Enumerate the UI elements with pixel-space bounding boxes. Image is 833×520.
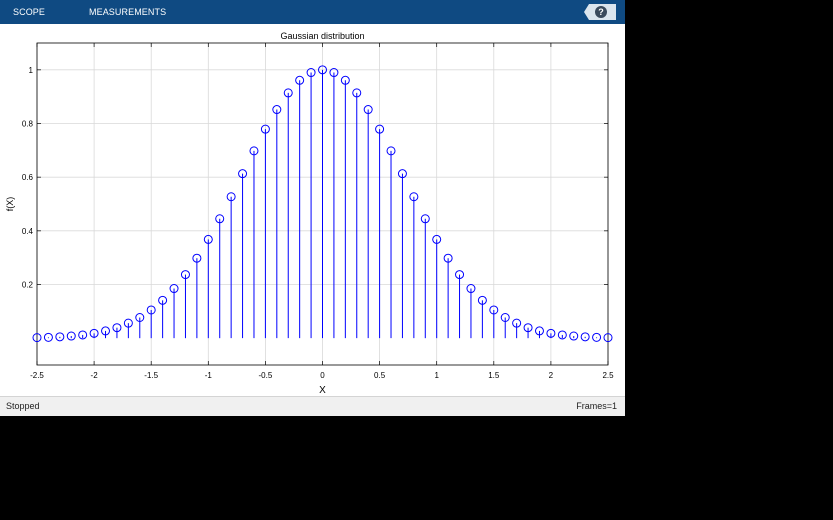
x-tick-label: 1 — [434, 371, 439, 380]
x-tick-label: 1.5 — [488, 371, 500, 380]
scope-window: SCOPE MEASUREMENTS ? -2.5 -2 -1.5 -1 -0.5 0 0.… — [0, 0, 625, 416]
frame-count: Frames=1 — [576, 401, 617, 411]
x-tick-label: -2.5 — [30, 371, 44, 380]
y-tick-label: 1 — [29, 66, 34, 75]
y-axis-label: f(X) — [5, 197, 15, 212]
x-tick-label: -1 — [205, 371, 213, 380]
x-axis-label: X — [319, 385, 326, 396]
y-tick-label: 0.2 — [22, 281, 34, 290]
y-tick-label: 0.4 — [22, 227, 34, 236]
x-tick-label: 0 — [320, 371, 325, 380]
gaussian-stem-plot: -2.5 -2 -1.5 -1 -0.5 0 0.5 1 1.5 2 2.5 0.2 0.4 0.6 0.8… — [5, 31, 614, 396]
help-button[interactable]: ? — [584, 4, 616, 20]
help-icon: ? — [595, 6, 607, 18]
status-text: Stopped — [6, 401, 40, 411]
y-tick-label: 0.8 — [22, 120, 34, 129]
x-tick-label: 0.5 — [374, 371, 386, 380]
y-tick-label: 0.6 — [22, 173, 34, 182]
toolstrip: SCOPE MEASUREMENTS ? — [0, 0, 625, 24]
plot-area: -2.5 -2 -1.5 -1 -0.5 0 0.5 1 1.5 2 2.5 0.2 0.4 0.6 0.8… — [0, 24, 625, 396]
x-tick-label: -1.5 — [144, 371, 158, 380]
x-tick-label: -0.5 — [259, 371, 273, 380]
x-tick-label: 2 — [549, 371, 554, 380]
x-tick-label: 2.5 — [602, 371, 614, 380]
tab-scope[interactable]: SCOPE — [13, 0, 45, 24]
tab-measurements[interactable]: MEASUREMENTS — [89, 0, 166, 24]
status-bar: Stopped Frames=1 — [0, 396, 625, 416]
chart-title: Gaussian distribution — [280, 31, 364, 41]
x-tick-label: -2 — [91, 371, 99, 380]
